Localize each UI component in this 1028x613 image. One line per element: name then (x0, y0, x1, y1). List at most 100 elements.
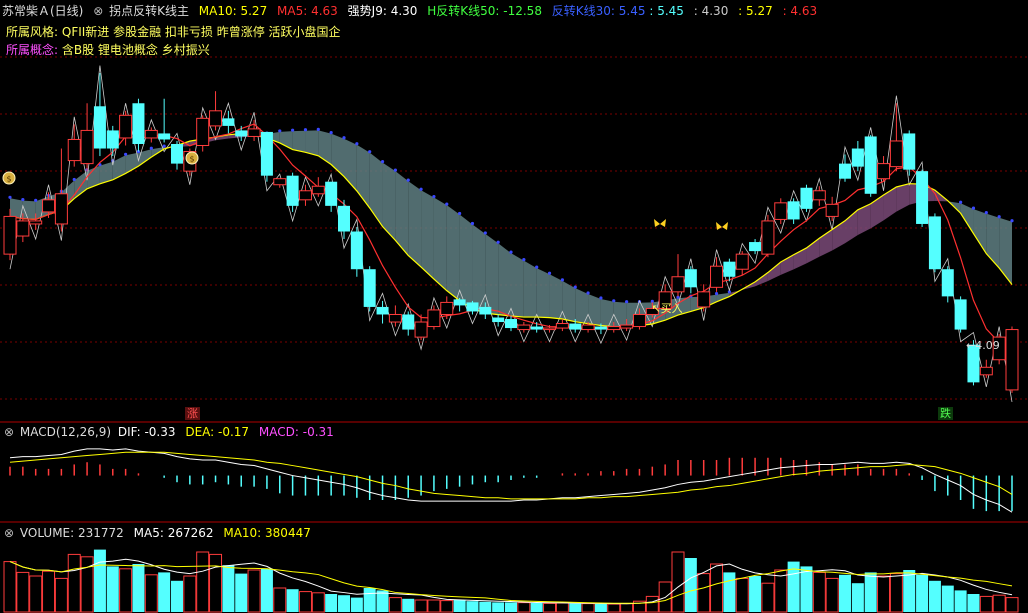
candle-body-up (209, 110, 223, 127)
candle-body-down (864, 136, 877, 194)
candle-body-up (144, 129, 158, 139)
volume-collapse-icon[interactable]: ⊗ (4, 526, 14, 540)
band-segment (446, 205, 460, 301)
band-dot (149, 146, 153, 150)
volume-bar-up (992, 594, 1006, 613)
band-dot (8, 195, 12, 199)
band-segment (511, 253, 524, 318)
band-segment (421, 190, 434, 280)
macd-name[interactable]: MACD(12,26,9) (20, 425, 111, 439)
low-price-label: ←4.09 (966, 339, 1000, 353)
band-segment (999, 217, 1012, 285)
candle-body-down (569, 323, 582, 330)
band-dot (509, 250, 513, 254)
candle-body-up (16, 220, 30, 237)
volume-bar-up (581, 603, 595, 613)
band-segment (600, 298, 614, 327)
band-dot (72, 177, 76, 182)
collapse-icon[interactable]: ⊗ (93, 4, 103, 18)
volume-bar-down (954, 590, 967, 612)
band-dot (1010, 219, 1014, 223)
candle-body-down (492, 317, 505, 323)
volume-bar-up (645, 595, 659, 613)
volume-bar-down (839, 574, 851, 612)
band-segment (883, 186, 897, 221)
candle-body-down (479, 306, 492, 315)
candle-body-down (954, 299, 967, 330)
volume-bar-up (196, 551, 210, 613)
ma5-value: MA5: 4.63 (277, 4, 338, 18)
candle-body-down (505, 319, 517, 329)
ma10-value: MA10: 5.27 (198, 4, 268, 18)
volume-bar-down (158, 572, 171, 612)
volume-bar-up (209, 553, 223, 613)
candle-body-up (196, 117, 210, 147)
volume-name[interactable]: VOLUME: 231772 (20, 526, 124, 540)
candle-body-down (903, 133, 916, 170)
volume-bar-down (800, 566, 813, 612)
candle-body-down (402, 314, 415, 330)
macd-macd: MACD: -0.31 (258, 425, 334, 439)
volume-bar-up (144, 574, 158, 613)
band-dot (573, 285, 577, 289)
band-segment (408, 181, 422, 268)
candle-body-up (543, 327, 557, 331)
band-dot (393, 168, 397, 172)
band-segment (588, 294, 601, 326)
candle-body-up (1005, 329, 1019, 391)
band-segment (498, 243, 511, 316)
band-dot (316, 127, 320, 131)
volume-bar-up (273, 587, 287, 613)
stock-name[interactable]: 苏常柴Ａ(日线) (2, 4, 83, 18)
volume-bar-up (671, 551, 685, 613)
band-dot (458, 211, 462, 216)
band-dot (303, 128, 308, 132)
style-value: QFII新进 参股金融 扣非亏损 昨曾涨停 活跃小盘国企 (61, 25, 341, 39)
candle-body-down (453, 299, 466, 306)
band-dot (406, 178, 410, 182)
candle-body-up (825, 203, 839, 217)
band-segment (433, 197, 447, 291)
candle-body-down (466, 302, 479, 312)
macd-collapse-icon[interactable]: ⊗ (4, 425, 14, 439)
volume-bar-up (1005, 597, 1019, 613)
volume-bar-up (555, 602, 569, 613)
band-dot (535, 265, 539, 269)
band-dot (34, 198, 38, 202)
volume-bar-up (517, 602, 531, 613)
band-dot (612, 299, 616, 303)
volume-bar-up (607, 603, 621, 613)
volume-bar-up (16, 571, 30, 613)
candle-body-down (286, 175, 299, 206)
volume-bar-up (761, 582, 775, 613)
volume-bar-down (260, 568, 273, 612)
candle-body-up (440, 301, 454, 315)
band-segment (973, 209, 987, 254)
volume-bar-down (903, 570, 916, 612)
band-dot (419, 187, 423, 191)
band-dot (997, 215, 1001, 219)
volume-bar-up (710, 563, 724, 613)
candle-body-down (800, 187, 813, 209)
volume-bar-down (402, 598, 415, 612)
band-dot (547, 271, 552, 275)
volume-bar-up (3, 561, 17, 613)
candle-body-up (671, 276, 685, 293)
candle-body-up (877, 163, 891, 180)
candle-body-up (311, 185, 325, 195)
indicator-name[interactable]: 拐点反转K线主 (109, 4, 189, 18)
volume-ma5: MA5: 267262 (133, 526, 214, 540)
candle-body-down (941, 269, 954, 297)
h-reversal-value: H反转K线50: -12.58 (427, 4, 542, 18)
volume-bar-down (941, 585, 954, 612)
volume-bar-down (928, 580, 941, 612)
band-dot (162, 144, 166, 148)
volume-bar-up (877, 575, 891, 613)
volume-bar-up (54, 577, 68, 613)
band-segment (485, 233, 499, 315)
volume-bar-up (183, 575, 197, 613)
volume-bar-up (697, 573, 711, 613)
volume-bar-up (298, 591, 312, 613)
band-dot (971, 206, 976, 210)
volume-bar-up (67, 553, 81, 613)
